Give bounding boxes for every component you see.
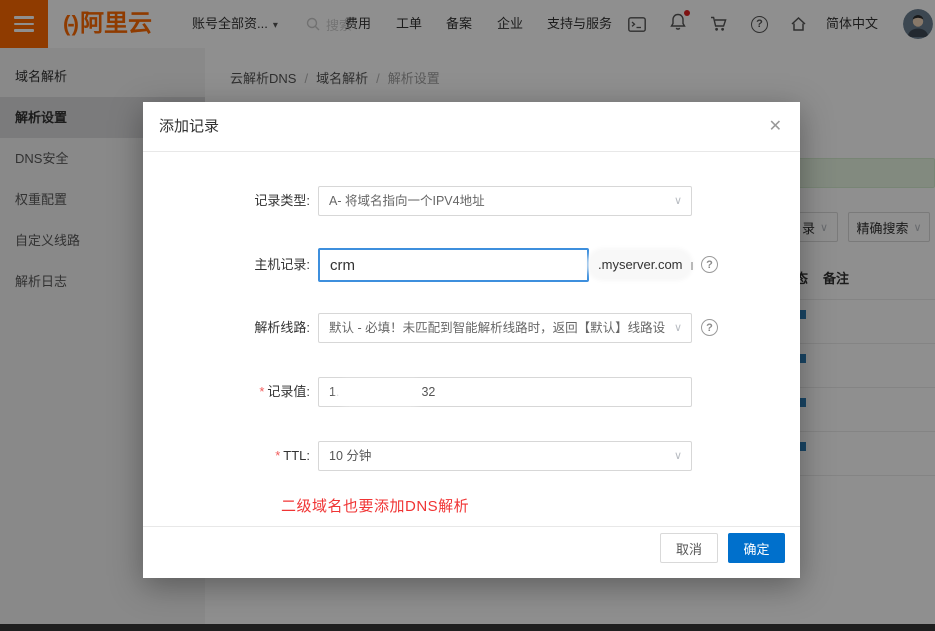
domain-suffix: .myserver.com	[598, 248, 683, 282]
chevron-down-icon: ∨	[674, 442, 682, 470]
host-help-icon[interactable]: ?	[701, 256, 718, 273]
host-record-label: 主机记录:	[143, 248, 310, 282]
line-help-icon[interactable]: ?	[701, 319, 718, 336]
chevron-down-icon: ∨	[674, 314, 682, 342]
annotation-note: 二级域名也要添加DNS解析	[281, 495, 469, 516]
host-record-input[interactable]	[318, 248, 589, 282]
record-value-start: 1.	[329, 385, 339, 399]
chevron-down-icon: ∨	[674, 187, 682, 215]
modal-footer: 取消 确定	[143, 526, 800, 578]
required-asterisk: *	[275, 448, 280, 463]
record-value-input[interactable]: 1.32	[318, 377, 692, 407]
record-type-select[interactable]: A- 将域名指向一个IPV4地址 ∨	[318, 186, 692, 216]
record-type-label: 记录类型:	[143, 186, 310, 216]
record-value-end: 32	[421, 385, 435, 399]
ttl-select[interactable]: 10 分钟 ∨	[318, 441, 692, 471]
record-value-label: *记录值:	[143, 377, 310, 407]
redaction-artifact	[691, 262, 693, 270]
modal-title: 添加记录	[159, 102, 219, 152]
window-bottom-edge	[0, 624, 935, 631]
ttl-label: *TTL:	[143, 441, 310, 471]
redaction-blur	[340, 385, 420, 400]
cancel-button[interactable]: 取消	[660, 533, 718, 563]
close-icon[interactable]: ✕	[769, 102, 782, 152]
required-asterisk: *	[259, 384, 264, 399]
add-record-modal: 添加记录 ✕ 记录类型: A- 将域名指向一个IPV4地址 ∨ 主机记录: .m…	[143, 102, 800, 578]
resolution-line-select[interactable]: 默认 - 必填！未匹配到智能解析线路时，返回【默认】线路设... ∨	[318, 313, 692, 343]
modal-header: 添加记录 ✕	[143, 102, 800, 152]
resolution-line-label: 解析线路:	[143, 313, 310, 343]
confirm-button[interactable]: 确定	[728, 533, 785, 563]
